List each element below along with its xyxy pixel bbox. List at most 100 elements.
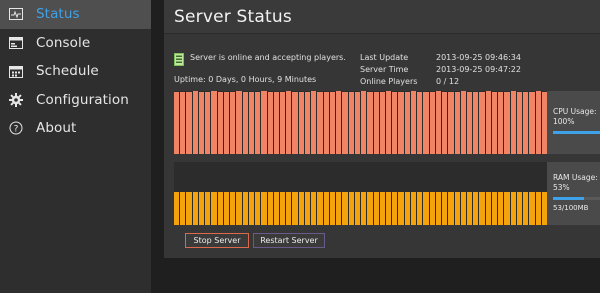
ram-history-bar	[205, 191, 211, 225]
ram-history-bar	[311, 191, 317, 225]
cpu-history-bar	[236, 91, 242, 154]
cpu-usage-bar	[553, 131, 600, 134]
ram-history-bar	[479, 191, 485, 225]
restart-server-button[interactable]: Restart Server	[253, 233, 325, 248]
cpu-history-bar	[286, 91, 292, 154]
sidebar-item-about[interactable]: ? About	[0, 114, 151, 143]
ram-history-bar	[217, 191, 223, 225]
ram-usage-label: RAM Usage:	[553, 173, 598, 182]
server-time-label: Server Time	[360, 64, 409, 74]
cpu-history-bar	[329, 91, 336, 154]
cpu-history-bar	[230, 91, 236, 154]
ram-history-bar	[435, 191, 442, 225]
cpu-history-bar	[292, 92, 298, 154]
cpu-history-bar	[485, 91, 491, 154]
cpu-usage-label: CPU Usage:	[553, 107, 597, 116]
ram-history-bar	[223, 191, 230, 225]
cpu-history-bar	[174, 92, 180, 154]
ram-history-bar	[342, 191, 348, 225]
sidebar-item-label: Configuration	[36, 91, 129, 108]
cpu-history-bar	[498, 91, 504, 154]
cpu-history-bar	[311, 91, 317, 154]
ram-history-bar	[336, 191, 342, 225]
cpu-history-bar	[192, 91, 198, 154]
cpu-history-bar	[317, 91, 323, 154]
ram-history-bar	[298, 191, 304, 225]
sidebar: Status Console Schedule Configuration ? …	[0, 0, 152, 293]
cpu-history-bar	[417, 91, 423, 154]
ram-history-bar	[304, 191, 311, 225]
ram-history-bar	[348, 191, 354, 225]
cpu-history-bar	[398, 91, 404, 154]
cpu-history-bar	[323, 92, 329, 154]
ram-history-bar	[230, 191, 236, 225]
cpu-history-bar	[342, 92, 348, 154]
sidebar-item-label: About	[36, 120, 77, 137]
title-bar: Server Status	[164, 0, 600, 34]
cpu-history-bar	[211, 91, 217, 154]
sidebar-item-label: Schedule	[36, 63, 99, 80]
online-players-value: 0 / 12	[436, 76, 460, 86]
ram-history-bar	[273, 191, 279, 225]
uptime-text: Uptime: 0 Days, 0 Hours, 9 Minutes	[174, 75, 317, 84]
cpu-history-bar	[429, 91, 435, 154]
calendar-icon	[8, 63, 24, 79]
question-circle-icon: ?	[8, 120, 24, 136]
cpu-history-bar	[242, 92, 248, 154]
ram-history-bar	[286, 191, 292, 225]
ram-usage-graph	[174, 162, 548, 225]
ram-history-bar	[429, 191, 435, 225]
cpu-history-bar	[273, 92, 279, 154]
ram-history-bar	[510, 191, 516, 225]
cpu-history-bar	[510, 91, 516, 154]
ram-history-bar	[354, 191, 361, 225]
main-content: Server Status Server is online and accep…	[152, 0, 600, 293]
sidebar-item-configuration[interactable]: Configuration	[0, 86, 151, 115]
cpu-usage-bar-fill	[553, 131, 600, 134]
cpu-history-bar	[535, 91, 541, 154]
ram-history-bar	[473, 191, 479, 225]
server-meta: Last Update 2013-09-25 09:46:34 Server T…	[360, 51, 521, 87]
ram-history-bar	[317, 191, 323, 225]
cpu-usage-value: 100%	[553, 117, 575, 126]
online-players-label: Online Players	[360, 76, 418, 86]
console-window-icon	[8, 35, 24, 51]
cpu-history-bar	[198, 91, 205, 154]
cpu-history-bar	[473, 92, 479, 154]
ram-history-bar	[261, 191, 267, 225]
ram-history-bar	[398, 191, 404, 225]
ram-history-bar	[516, 191, 523, 225]
ram-history-bar	[523, 191, 529, 225]
sidebar-item-label: Console	[36, 34, 91, 51]
ram-history-bar	[242, 191, 248, 225]
ram-history-bar	[529, 191, 535, 225]
ram-history-bar	[174, 191, 180, 225]
svg-text:?: ?	[14, 125, 19, 135]
last-update-label: Last Update	[360, 52, 409, 62]
cpu-history-bar	[261, 91, 267, 154]
ram-history-bar	[367, 191, 373, 225]
ram-history-bar	[329, 191, 336, 225]
ram-history-bar	[385, 191, 392, 225]
cpu-history-bar	[298, 91, 304, 154]
status-panel: Server Status Server is online and accep…	[164, 0, 600, 258]
stop-server-button[interactable]: Stop Server	[185, 233, 249, 248]
cpu-history-bar	[404, 92, 410, 154]
cpu-history-bar	[248, 91, 255, 154]
ram-usage-detail: 53/100MB	[553, 204, 589, 212]
ram-history-bar	[392, 191, 398, 225]
sidebar-item-status[interactable]: Status	[0, 0, 151, 29]
cpu-history-bar	[354, 92, 361, 154]
ram-history-bar	[460, 191, 467, 225]
ram-history-bar	[467, 191, 473, 225]
ram-history-bar	[180, 191, 186, 225]
cpu-usage-box: CPU Usage: 100%	[547, 91, 600, 154]
sidebar-item-console[interactable]: Console	[0, 29, 151, 58]
ram-history-bar	[379, 191, 385, 225]
ram-history-bar	[535, 191, 541, 225]
cpu-history-bar	[491, 92, 498, 154]
ram-history-bar	[323, 191, 329, 225]
ram-history-bar	[442, 191, 448, 225]
ram-history-bar	[255, 191, 261, 225]
sidebar-item-schedule[interactable]: Schedule	[0, 57, 151, 86]
